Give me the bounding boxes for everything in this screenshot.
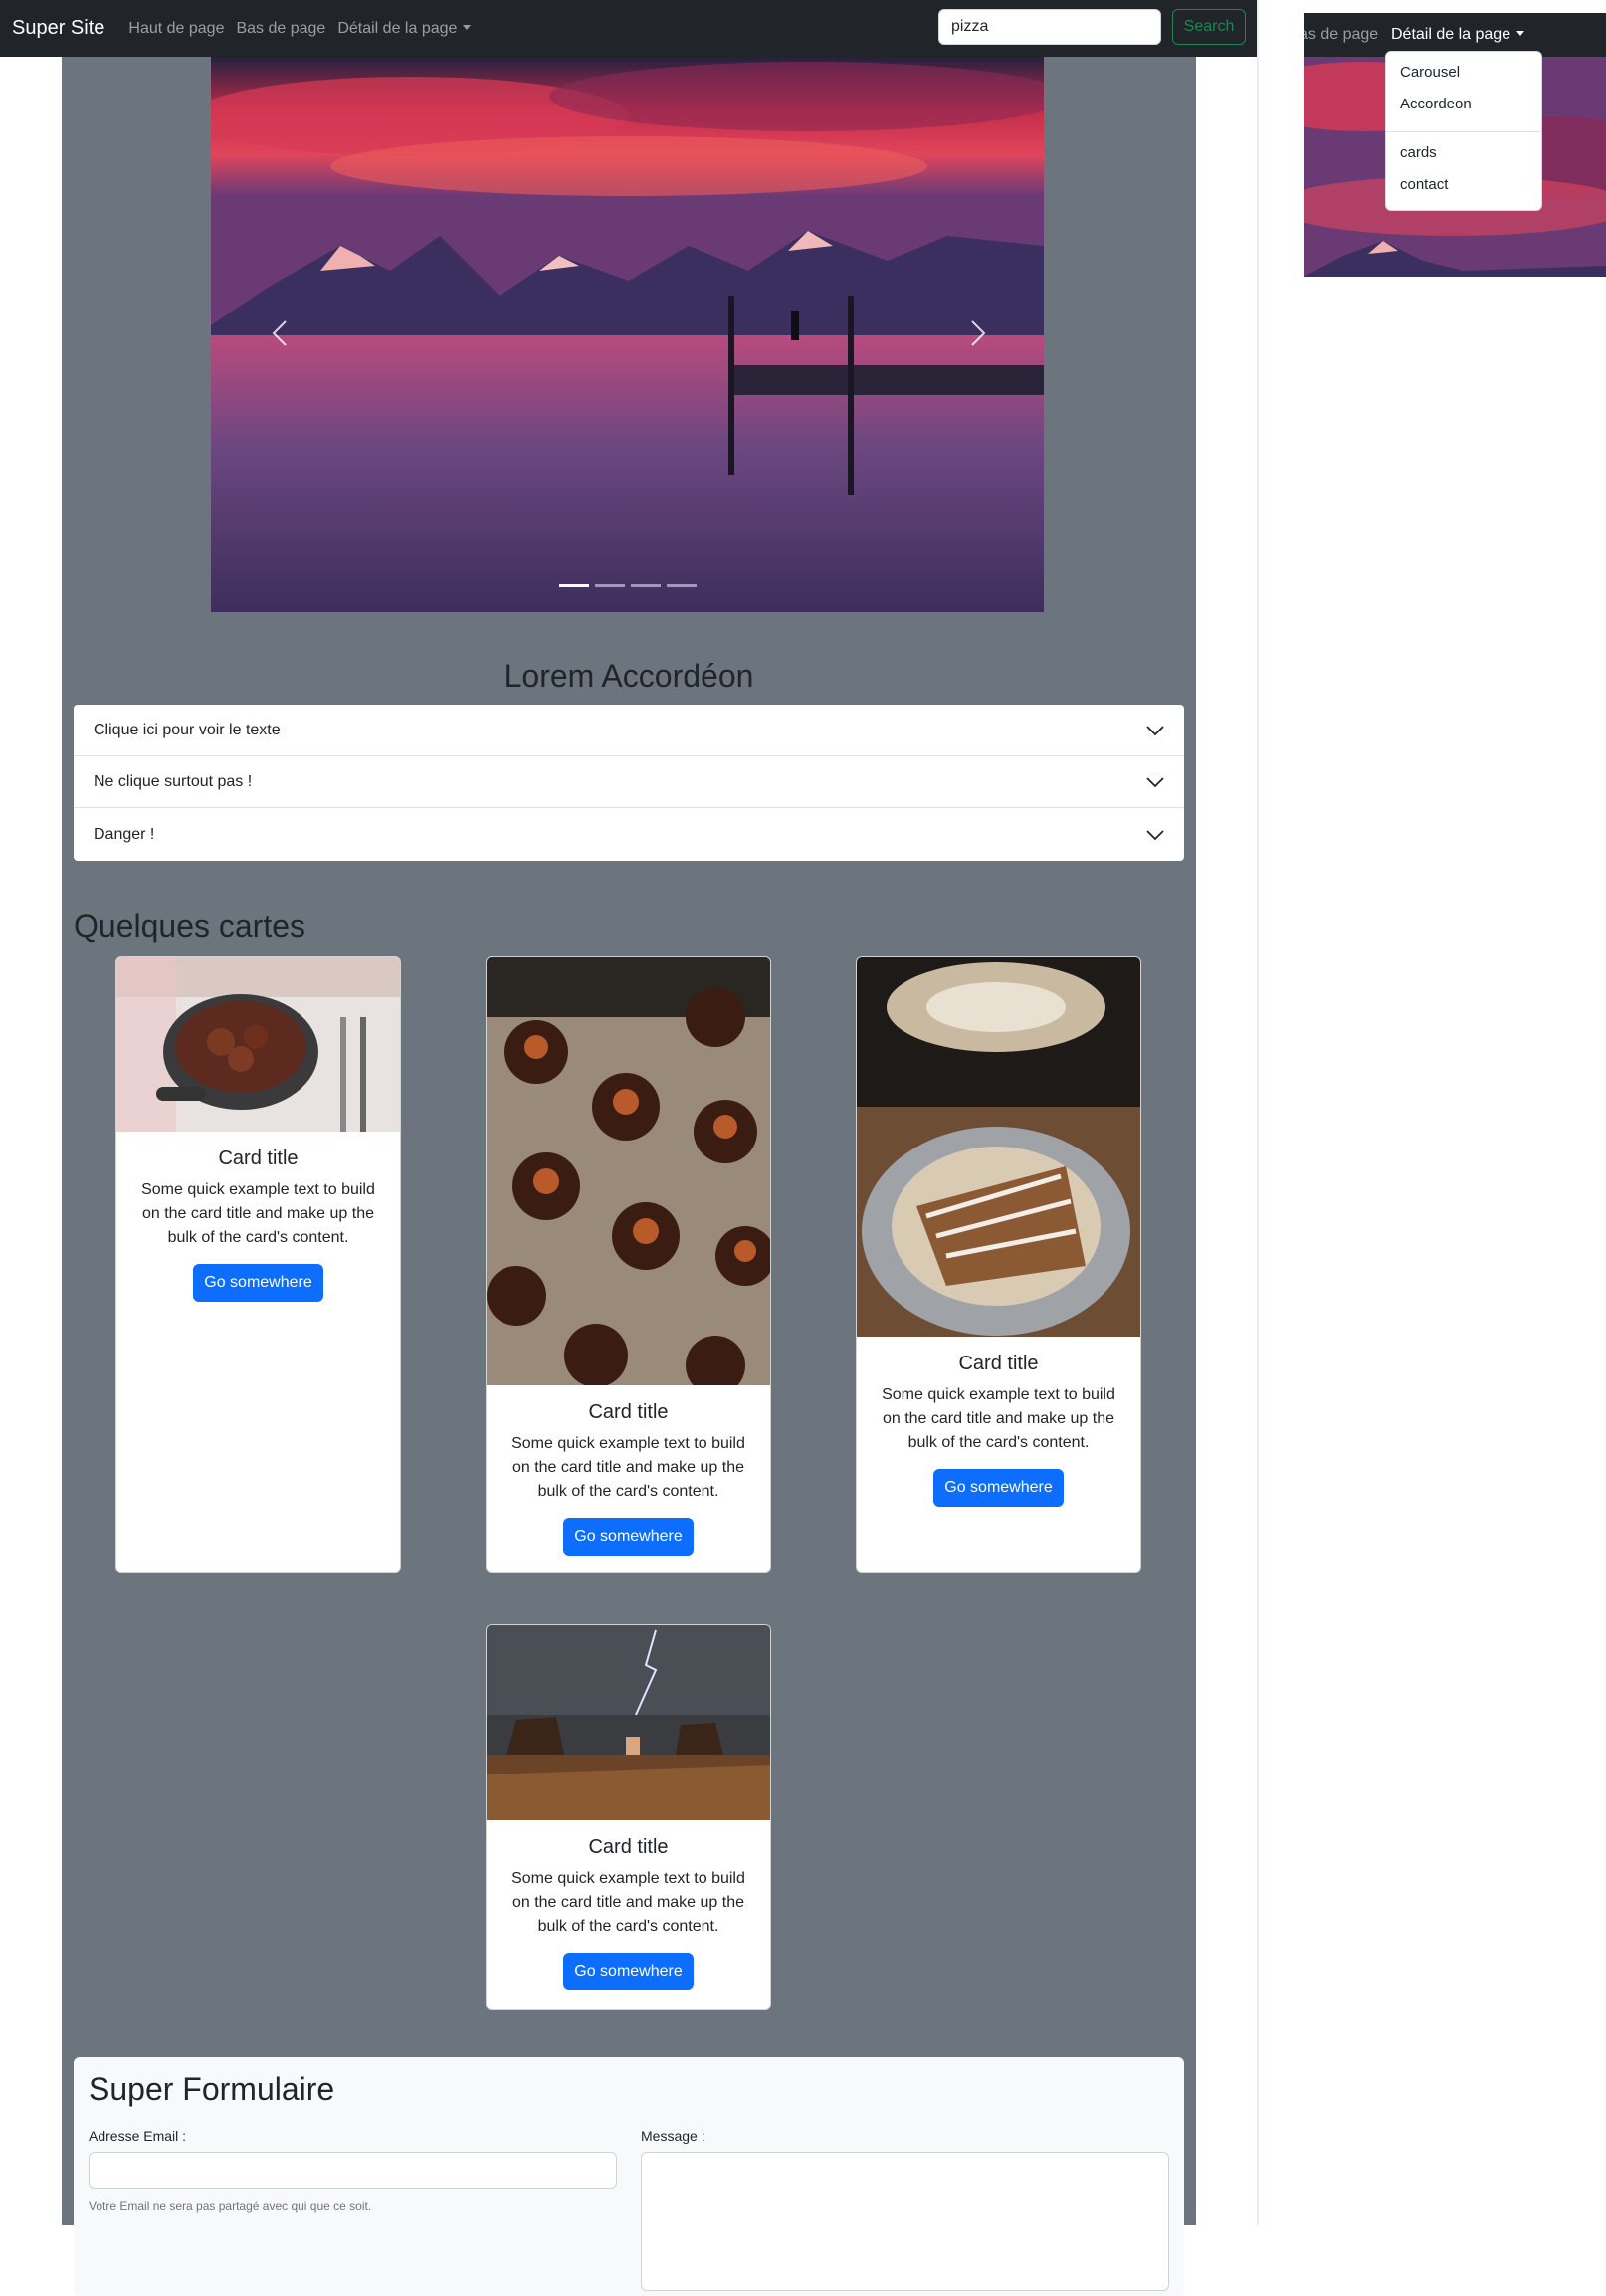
desert-storm-image [487,1625,770,1820]
email-field[interactable] [89,2152,617,2189]
card-text: Some quick example text to build on the … [141,1181,375,1246]
inset-nav-dropdown-label: Détail de la page [1391,26,1511,43]
carousel-indicator[interactable] [666,584,697,587]
carousel-indicators [211,584,1044,587]
card-button[interactable]: Go somewhere [933,1469,1064,1507]
search-button[interactable]: Search [1172,9,1246,45]
okonomiyaki-image [857,957,1140,1337]
inset-nav-dropdown-toggle[interactable]: Détail de la page [1391,26,1525,44]
top-navbar: Super Site Haut de page Bas de page Déta… [0,0,1258,57]
canneles-image [487,957,770,1385]
accordion-item-label: Danger ! [94,825,155,843]
search-input[interactable] [938,9,1161,45]
accordion-title: Lorem Accordéon [503,658,754,694]
card-title: Card title [588,1401,669,1423]
card: Card title Some quick example text to bu… [856,956,1141,1573]
carousel-indicator[interactable] [558,584,589,587]
dropdown-divider [1386,131,1541,132]
carousel-next-icon[interactable] [957,313,997,353]
chevron-down-icon [1146,829,1164,840]
caret-down-icon [463,24,472,30]
main-page: Super Site Haut de page Bas de page Déta… [0,0,1259,2296]
carousel-slide-image [211,57,1044,612]
brand-link[interactable]: Super Site [12,17,104,40]
page-scrollbar[interactable] [1257,0,1259,2225]
form-title: Super Formulaire [89,2071,335,2107]
cards-section-title: Quelques cartes [74,908,306,943]
card-text: Some quick example text to build on the … [511,1870,745,1935]
nav-link-bottom[interactable]: Bas de page [236,20,325,38]
carousel-indicator[interactable] [594,584,625,587]
card-text: Some quick example text to build on the … [882,1386,1115,1451]
beef-stew-image [116,957,400,1132]
accordion: Clique ici pour voir le texte Ne clique … [74,705,1184,861]
carousel-prev-icon[interactable] [261,313,301,353]
chevron-down-icon [1146,776,1164,787]
card-title: Card title [588,1836,669,1858]
email-help-text: Votre Email ne sera pas partagé avec qui… [89,2199,372,2213]
dropdown-item-carousel[interactable]: Carousel [1400,64,1460,81]
carousel-indicator[interactable] [630,584,661,587]
nav-dropdown-label: Détail de la page [337,19,458,37]
carousel[interactable] [211,57,1044,612]
dropdown-item-cards[interactable]: cards [1400,144,1437,161]
contact-form: Super Formulaire Adresse Email : Votre E… [74,2057,1184,2296]
card-button[interactable]: Go somewhere [563,1518,694,1556]
message-field[interactable] [641,2152,1169,2291]
card-title: Card title [218,1148,299,1169]
card: Card title Some quick example text to bu… [115,956,401,1573]
dropdown-menu: Carousel Accordeon cards contact [1385,51,1542,211]
content-container: Lorem Accordéon Clique ici pour voir le … [62,57,1196,2296]
accordion-item[interactable]: Clique ici pour voir le texte [74,705,1184,756]
caret-down-icon [1516,31,1525,36]
chevron-down-icon [1146,725,1164,735]
email-label: Adresse Email : [89,2128,187,2144]
accordion-item-label: Ne clique surtout pas ! [94,772,253,790]
card-text: Some quick example text to build on the … [511,1435,745,1500]
dropdown-item-contact[interactable]: contact [1400,176,1448,193]
accordion-item[interactable]: Danger ! [74,808,1184,861]
nav-dropdown-toggle[interactable]: Détail de la page [337,19,472,38]
card-button[interactable]: Go somewhere [563,1953,694,1990]
nav-link-top[interactable]: Haut de page [128,20,224,38]
accordion-item[interactable]: Ne clique surtout pas ! [74,756,1184,808]
card-button[interactable]: Go somewhere [193,1264,323,1302]
inset-nav-link-bottom[interactable]: as de page [1304,26,1378,44]
dropdown-item-accordeon[interactable]: Accordeon [1400,96,1472,112]
dropdown-inset: as de page Détail de la page Carousel Ac… [1304,13,1606,277]
card-title: Card title [958,1353,1039,1374]
message-label: Message : [641,2128,705,2144]
accordion-item-label: Clique ici pour voir le texte [94,721,281,738]
card: Card title Some quick example text to bu… [486,1624,771,2010]
card: Card title Some quick example text to bu… [486,956,771,1573]
